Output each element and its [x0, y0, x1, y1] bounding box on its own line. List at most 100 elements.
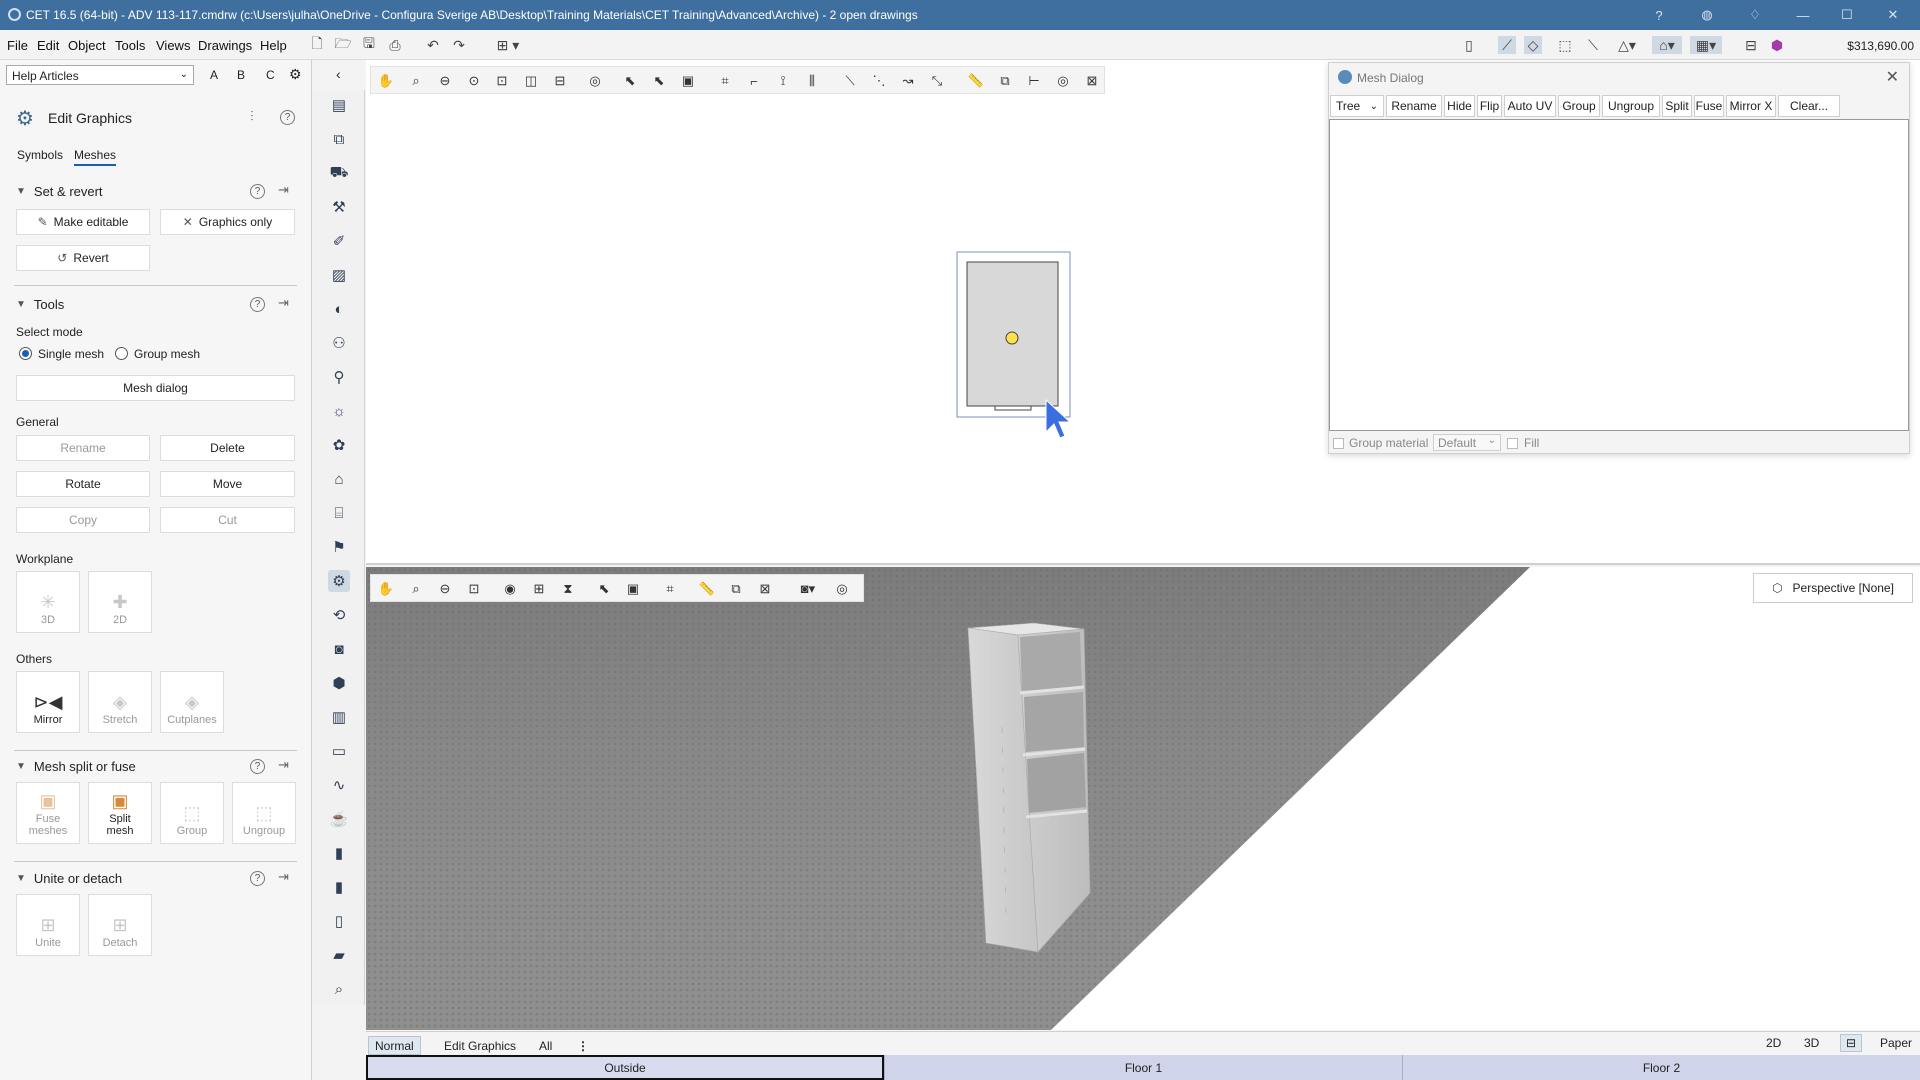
zoom-all-icon[interactable]: ⊟ [551, 72, 569, 90]
curve-icon[interactable]: ↝ [899, 72, 917, 90]
phone-icon[interactable]: ▭ [328, 740, 350, 762]
document-icon[interactable]: ▮ [328, 842, 350, 864]
tag-dropdown-icon[interactable]: ⌂▾ [1652, 36, 1682, 54]
tree-select[interactable]: Tree ⌄ [1330, 95, 1384, 117]
lightbulb-icon[interactable]: ☼ [328, 400, 350, 422]
furniture-icon[interactable]: ⛟ [328, 162, 350, 184]
connect-icon[interactable]: ⟟ [774, 72, 792, 90]
folder-icon[interactable]: ▰ [328, 944, 350, 966]
help-circle-icon[interactable]: ? [250, 184, 265, 199]
dashed-line-icon[interactable]: ⋱ [870, 72, 888, 90]
detach-button[interactable]: ⊞ Detach [88, 894, 152, 956]
cut-button[interactable]: Cut [160, 507, 295, 533]
flip-mesh-button[interactable]: Flip [1477, 95, 1502, 117]
network-icon[interactable]: ⊟ [1742, 36, 1760, 54]
help-circle-icon[interactable]: ? [250, 759, 265, 774]
house-icon[interactable]: ⌂ [328, 468, 350, 490]
select-icon[interactable]: ⬉ [595, 580, 613, 598]
snap-points-icon[interactable]: ⌗ [661, 580, 679, 598]
copy-button[interactable]: Copy [16, 507, 150, 533]
graphics-only-button[interactable]: ✕ Graphics only [160, 209, 295, 235]
zoom-icon[interactable]: ⌕ [407, 580, 425, 598]
view-3d-button[interactable]: 3D [1804, 1036, 1819, 1050]
snap-points-icon[interactable]: ⌗ [716, 72, 734, 90]
section-unite-detach[interactable]: ▼ Unite or detach [16, 871, 122, 886]
table-dropdown-icon[interactable]: ▦▾ [1690, 36, 1722, 54]
zoom-icon[interactable]: ⌕ [407, 72, 425, 90]
people-icon[interactable]: ⚇ [328, 332, 350, 354]
report-icon[interactable]: ▯ [328, 910, 350, 932]
cube-icon[interactable]: ⬢ [328, 672, 350, 694]
move-button[interactable]: Move [160, 471, 295, 497]
section-mesh-split[interactable]: ▼ Mesh split or fuse [16, 759, 136, 774]
walk-icon[interactable]: ⧗ [559, 580, 577, 598]
zoom-extents-icon[interactable]: ⊡ [493, 72, 511, 90]
section-set-revert[interactable]: ▼ Set & revert [16, 184, 103, 199]
help-icon[interactable]: ? [1646, 5, 1672, 25]
menu-object[interactable]: Object [68, 38, 106, 53]
flag-icon[interactable]: ⚑ [328, 536, 350, 558]
orbit-icon[interactable]: ◉ [501, 580, 519, 598]
water-icon[interactable]: ∿ [328, 774, 350, 796]
pan-hand-icon[interactable]: ✋ [377, 580, 395, 598]
floor-tab-outside[interactable]: Outside [366, 1055, 884, 1080]
zoom-out-icon[interactable]: ⊖ [436, 580, 454, 598]
ruler-icon[interactable]: 📏 [967, 72, 985, 90]
popout-icon[interactable]: ⇥ [278, 182, 289, 198]
select-box-icon[interactable]: ▣ [679, 72, 697, 90]
circle-icon[interactable]: ◐ [328, 298, 350, 320]
menu-drawings[interactable]: Drawings [198, 38, 252, 53]
select-add-icon[interactable]: ⬉ [650, 72, 668, 90]
edit-graphics-tool-icon[interactable]: ⚙ [328, 570, 350, 592]
search-icon[interactable]: ⌕ [328, 978, 350, 1000]
mesh-tree-area[interactable] [1329, 119, 1909, 431]
save-icon[interactable]: 🖫 [360, 35, 378, 54]
plant-icon[interactable]: ✿ [328, 434, 350, 456]
group-mesh-button[interactable]: Group [1558, 95, 1600, 117]
line-icon[interactable]: ⟍ [841, 72, 859, 90]
zoom-out-icon[interactable]: ⊖ [436, 72, 454, 90]
view-3d[interactable] [366, 567, 1920, 1030]
new-file-icon[interactable]: 🗋 [308, 35, 326, 54]
kitchen-icon[interactable]: ⚲ [328, 366, 350, 388]
popout-icon[interactable]: ⇥ [278, 869, 289, 885]
fill-checkbox[interactable] [1507, 438, 1518, 449]
clear-button[interactable]: Clear... [1778, 95, 1840, 117]
single-mesh-radio[interactable] [19, 347, 32, 360]
menu-edit[interactable]: Edit [37, 38, 59, 53]
revert-button[interactable]: ↺ Revert [16, 245, 150, 271]
fuse-meshes-button[interactable]: ▣ Fuse meshes [16, 782, 80, 844]
font-b-button[interactable]: B [237, 68, 245, 82]
catalog-icon[interactable]: ▤ [328, 94, 350, 116]
rotate-button[interactable]: Rotate [16, 471, 150, 497]
draw-icon[interactable]: ✐ [328, 230, 350, 252]
close-icon[interactable]: ✕ [1880, 5, 1906, 25]
mode-edit-graphics[interactable]: Edit Graphics [438, 1036, 522, 1055]
mode-normal[interactable]: Normal [368, 1036, 421, 1055]
ungroup-mesh-button[interactable]: Ungroup [1602, 95, 1660, 117]
font-c-button[interactable]: C [266, 68, 275, 82]
mode-all[interactable]: All [533, 1036, 558, 1055]
hide-mesh-button[interactable]: Hide [1444, 95, 1475, 117]
rename-button[interactable]: Rename [16, 435, 150, 461]
minimize-icon[interactable]: — [1790, 5, 1816, 25]
mirror-button[interactable]: ⊳◀ Mirror [16, 671, 80, 733]
select-box-icon[interactable]: ▣ [624, 580, 642, 598]
menu-file[interactable]: File [7, 38, 28, 53]
focus-icon[interactable]: ◎ [586, 72, 604, 90]
help-circle-icon[interactable]: ? [250, 871, 265, 886]
ungroup-button[interactable]: ⬚ Ungroup [232, 782, 296, 844]
undo-icon[interactable]: ↶ [424, 36, 442, 54]
zoom-extents-icon[interactable]: ⊡ [465, 580, 483, 598]
split-view-icon[interactable]: ⊟ [1840, 1034, 1863, 1052]
section-tools[interactable]: ▼ Tools [16, 297, 64, 312]
mesh-dialog-button[interactable]: Mesh dialog [16, 375, 295, 401]
perspective-button[interactable]: ⬡ Perspective [None] [1753, 573, 1913, 603]
globe-icon[interactable]: ◍ [1694, 5, 1720, 25]
view-paper-button[interactable]: Paper [1880, 1036, 1912, 1050]
redo-icon[interactable]: ↷ [450, 36, 468, 54]
group-mesh-radio[interactable] [115, 347, 128, 360]
mirror-x-button[interactable]: Mirror X [1726, 95, 1776, 117]
zoom-selection-icon[interactable]: ◫ [522, 72, 540, 90]
group-button[interactable]: ⬚ Group [160, 782, 224, 844]
